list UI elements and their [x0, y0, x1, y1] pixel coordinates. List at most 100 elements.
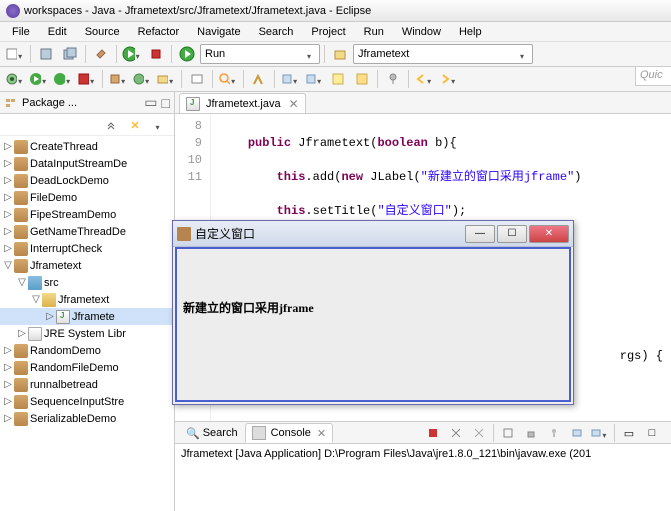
back-button[interactable] — [413, 69, 435, 89]
app-minimize-button[interactable]: — — [465, 225, 495, 243]
scroll-lock-button[interactable] — [520, 423, 542, 443]
package-explorer-icon — [4, 96, 18, 110]
tree-node[interactable]: InterruptCheck — [0, 240, 174, 257]
forward-button[interactable] — [437, 69, 459, 89]
save-button[interactable] — [35, 44, 57, 64]
tree-node[interactable]: FipeStreamDemo — [0, 206, 174, 223]
window-titlebar: workspaces - Java - Jframetext/src/Jfram… — [0, 0, 671, 22]
project-combo[interactable]: Jframetext — [353, 44, 533, 64]
new-class-button[interactable] — [131, 69, 153, 89]
toolbar-row-2 — [0, 67, 671, 92]
app-title: 自定义窗口 — [195, 225, 463, 242]
menu-project[interactable]: Project — [303, 24, 353, 40]
bottom-tabs: 🔍Search Console✕ ▭ □ — [175, 422, 671, 444]
minimize-view-icon[interactable]: ▭ — [144, 94, 157, 111]
jre-icon — [28, 327, 42, 341]
search-tab[interactable]: 🔍Search — [179, 423, 245, 443]
quick-access[interactable]: Quic — [635, 66, 671, 86]
menu-refactor[interactable]: Refactor — [130, 24, 188, 40]
close-tab-icon[interactable]: ✕ — [317, 427, 326, 440]
menu-edit[interactable]: Edit — [40, 24, 75, 40]
tree-node[interactable]: src — [0, 274, 174, 291]
run-button[interactable] — [121, 44, 143, 64]
prev-annotation-button[interactable] — [303, 69, 325, 89]
package-icon — [14, 344, 28, 358]
package-explorer-tab[interactable]: Package ... ▭ □ — [0, 92, 174, 114]
bottom-panel: 🔍Search Console✕ ▭ □ — [175, 421, 671, 511]
open-type-button[interactable] — [186, 69, 208, 89]
package-icon — [14, 208, 28, 222]
tree-node[interactable]: Jframetext — [0, 257, 174, 274]
remove-launch-button[interactable] — [445, 423, 467, 443]
link-editor-button[interactable] — [124, 115, 146, 135]
new-button[interactable] — [4, 44, 26, 64]
console-output[interactable]: Jframetext [Java Application] D:\Program… — [175, 444, 671, 511]
open-console-button[interactable] — [589, 423, 611, 443]
view-menu-button[interactable] — [148, 115, 170, 135]
menu-file[interactable]: File — [4, 24, 38, 40]
app-maximize-button[interactable]: ☐ — [497, 225, 527, 243]
folder-icon — [42, 293, 56, 307]
tree-node[interactable]: RandomDemo — [0, 342, 174, 359]
project-tree[interactable]: CreateThread DataInputStreamDe DeadLockD… — [0, 136, 174, 511]
display-console-button[interactable] — [566, 423, 588, 443]
package-icon — [14, 191, 28, 205]
pin-button[interactable] — [382, 69, 404, 89]
app-titlebar[interactable]: 自定义窗口 — ☐ ✕ — [173, 221, 573, 247]
pin-console-button[interactable] — [543, 423, 565, 443]
search-icon: 🔍 — [186, 427, 200, 440]
run-icon-2[interactable] — [176, 44, 198, 64]
save-all-button[interactable] — [59, 44, 81, 64]
editor-tab[interactable]: Jframetext.java ✕ — [179, 93, 306, 113]
tree-node[interactable]: CreateThread — [0, 138, 174, 155]
console-min-button[interactable]: ▭ — [618, 423, 640, 443]
tree-node[interactable]: runnalbetread — [0, 376, 174, 393]
tree-node[interactable]: FileDemo — [0, 189, 174, 206]
package-icon — [14, 225, 28, 239]
menu-navigate[interactable]: Navigate — [189, 24, 248, 40]
task-button[interactable] — [327, 69, 349, 89]
window-title: workspaces - Java - Jframetext/src/Jfram… — [24, 5, 371, 17]
debug-button[interactable] — [4, 69, 26, 89]
tree-node[interactable]: JRE System Libr — [0, 325, 174, 342]
menu-search[interactable]: Search — [251, 24, 302, 40]
menu-help[interactable]: Help — [451, 24, 490, 40]
menu-run[interactable]: Run — [356, 24, 392, 40]
tree-node[interactable]: SequenceInputStre — [0, 393, 174, 410]
eclipse-icon — [6, 4, 20, 18]
menu-source[interactable]: Source — [77, 24, 128, 40]
app-close-button[interactable]: ✕ — [529, 225, 569, 243]
coverage-button[interactable] — [52, 69, 74, 89]
java-app-window[interactable]: 自定义窗口 — ☐ ✕ 新建立的窗口采用jframe — [172, 220, 574, 405]
tree-node[interactable]: DeadLockDemo — [0, 172, 174, 189]
menubar: File Edit Source Refactor Navigate Searc… — [0, 22, 671, 42]
maximize-view-icon[interactable]: □ — [162, 95, 170, 111]
run-button-2[interactable] — [28, 69, 50, 89]
bookmark-button[interactable] — [351, 69, 373, 89]
tree-node[interactable]: RandomFileDemo — [0, 359, 174, 376]
console-max-button[interactable]: □ — [641, 423, 663, 443]
terminate-button[interactable] — [422, 423, 444, 443]
tree-node[interactable]: Jframetext — [0, 291, 174, 308]
package-icon — [14, 140, 28, 154]
tree-node[interactable]: SerializableDemo — [0, 410, 174, 427]
menu-window[interactable]: Window — [394, 24, 449, 40]
run-config-combo[interactable]: Run — [200, 44, 320, 64]
collapse-all-button[interactable] — [100, 115, 122, 135]
remove-all-button[interactable] — [468, 423, 490, 443]
tree-node-selected[interactable]: Jframete — [0, 308, 174, 325]
external-run-button[interactable] — [76, 69, 98, 89]
stop-button[interactable] — [145, 44, 167, 64]
console-tab[interactable]: Console✕ — [245, 423, 334, 443]
clear-console-button[interactable] — [497, 423, 519, 443]
new-folder-button[interactable] — [155, 69, 177, 89]
close-tab-icon[interactable]: ✕ — [289, 97, 299, 111]
tree-node[interactable]: DataInputStreamDe — [0, 155, 174, 172]
build-button[interactable] — [90, 44, 112, 64]
mark-button[interactable] — [248, 69, 270, 89]
search-button[interactable] — [217, 69, 239, 89]
package-icon — [14, 361, 28, 375]
next-annotation-button[interactable] — [279, 69, 301, 89]
tree-node[interactable]: GetNameThreadDe — [0, 223, 174, 240]
new-package-button[interactable] — [107, 69, 129, 89]
